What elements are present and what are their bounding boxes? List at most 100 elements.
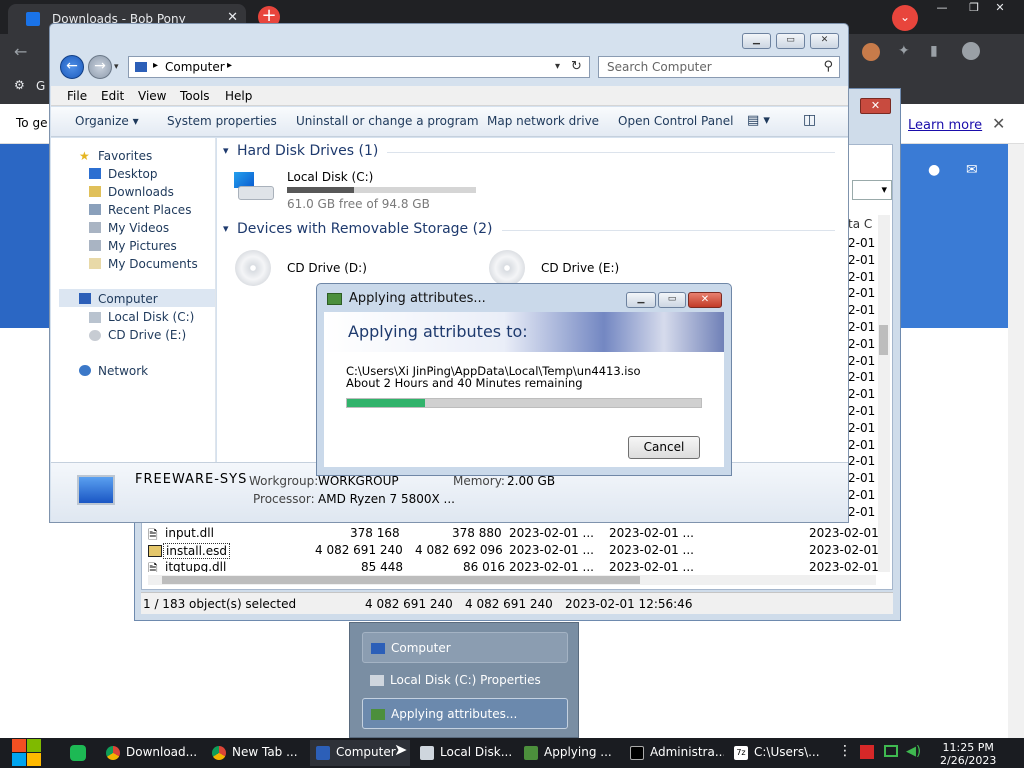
nav-videos[interactable]: My Videos xyxy=(108,221,169,235)
search-icon[interactable]: ⚲ xyxy=(823,59,833,74)
cd-drive-e-label[interactable]: CD Drive (E:) xyxy=(541,261,619,275)
bookmark-label[interactable]: G xyxy=(36,79,45,93)
taskbar-item-7zip[interactable]: 7z C:\Users\... xyxy=(728,740,828,766)
table-row[interactable]: 🗎 itgtupg.dll 85 448 86 016 2023-02-01 .… xyxy=(148,560,890,572)
taskbar-item-administrator[interactable]: Administra... xyxy=(624,740,724,766)
date-column: 2-01 2-01 2-01 2-01 2-01 2-01 2-01 2-01 2-01 2-01… xyxy=(848,236,876,521)
terminal-icon xyxy=(630,746,644,760)
taskbar-item-applying[interactable]: Applying ... xyxy=(518,740,618,766)
uninstall-program-button[interactable]: Uninstall or change a program xyxy=(296,114,479,128)
dropdown-arrow-icon[interactable]: ▾ xyxy=(852,180,892,200)
menu-edit[interactable]: Edit xyxy=(101,89,124,103)
github-icon[interactable]: ● xyxy=(928,162,940,178)
file-list-scrollbar[interactable] xyxy=(878,215,890,572)
address-bar[interactable]: ▸ Computer ▸ ▾ ↻ xyxy=(128,56,590,78)
volume-icon[interactable]: ◀) xyxy=(906,744,921,759)
properties-close-button[interactable]: ✕ xyxy=(860,98,891,114)
organize-button[interactable]: Organize ▾ xyxy=(75,114,139,128)
close-button[interactable]: ✕ xyxy=(810,33,839,49)
maximize-button[interactable]: ▭ xyxy=(776,33,805,49)
close-window-icon[interactable]: ✕ xyxy=(984,0,1016,16)
taskbar-item-chrome-downloads[interactable]: Download... xyxy=(100,740,200,766)
nav-cd-drive[interactable]: CD Drive (E:) xyxy=(108,328,186,342)
menu-help[interactable]: Help xyxy=(225,89,252,103)
date-cell: 2-01 xyxy=(848,471,876,486)
column-header[interactable]: ta C xyxy=(848,217,872,231)
disk-usage-bar xyxy=(287,187,476,193)
local-disk-drive-icon[interactable] xyxy=(234,172,276,202)
start-button[interactable] xyxy=(10,738,42,768)
nav-local-disk[interactable]: Local Disk (C:) xyxy=(108,310,194,324)
chrome-tab-search-button[interactable]: ⌄ xyxy=(892,5,918,31)
table-row[interactable]: 🗎 input.dll 378 168 378 880 2023-02-01 .… xyxy=(148,526,890,543)
nav-computer[interactable]: Computer xyxy=(98,292,158,306)
breadcrumb-arrow-icon[interactable]: ▸ xyxy=(153,60,158,71)
menu-tools[interactable]: Tools xyxy=(180,89,210,103)
open-control-panel-button[interactable]: Open Control Panel xyxy=(618,114,733,128)
spotify-icon[interactable] xyxy=(70,745,86,761)
page-scrollbar[interactable] xyxy=(1008,144,1024,738)
cd-drive-d-icon[interactable] xyxy=(235,250,271,286)
system-clock[interactable]: 11:25 PM 2/26/2023 xyxy=(940,741,996,767)
account-icon[interactable] xyxy=(962,42,980,60)
nav-pictures[interactable]: My Pictures xyxy=(108,239,177,253)
file-accessed: 2023-02-01 xyxy=(809,560,879,572)
file-icon: 🗎 xyxy=(148,562,158,572)
back-arrow-icon[interactable]: ← xyxy=(14,42,27,61)
preview-pane-icon[interactable]: ◫ xyxy=(803,112,816,128)
search-input[interactable]: Search Computer ⚲ xyxy=(598,56,840,78)
info-bar-close-icon[interactable]: ✕ xyxy=(992,114,1005,133)
group-divider xyxy=(387,152,835,153)
mail-icon[interactable]: ✉ xyxy=(966,162,978,178)
nav-network[interactable]: Network xyxy=(98,364,148,378)
table-row-selected[interactable]: install.esd 4 082 691 240 4 082 692 096 … xyxy=(148,543,890,560)
group-removable-storage[interactable]: Devices with Removable Storage (2) xyxy=(237,221,492,237)
nav-desktop[interactable]: Desktop xyxy=(108,167,158,181)
popup-item-computer[interactable]: Computer xyxy=(362,632,568,663)
popup-item-local-disk[interactable]: Local Disk (C:) Properties xyxy=(362,665,568,696)
file-modified: 2023-02-01 ... xyxy=(609,543,694,557)
date-cell: 2-01 xyxy=(848,269,876,284)
recent-pages-icon[interactable]: ▾ xyxy=(114,62,119,72)
collapse-icon[interactable]: ▾ xyxy=(223,144,229,157)
forward-button[interactable]: → xyxy=(88,55,112,79)
collapse-icon[interactable]: ▾ xyxy=(223,222,229,235)
map-network-drive-button[interactable]: Map network drive xyxy=(487,114,599,128)
breadcrumb[interactable]: Computer xyxy=(165,60,225,74)
flag-icon[interactable] xyxy=(860,745,874,759)
cd-drive-d-label[interactable]: CD Drive (D:) xyxy=(287,261,367,275)
minimize-button[interactable]: ▁ xyxy=(742,33,771,49)
extensions-icon[interactable]: ✦ xyxy=(898,43,910,59)
learn-more-link[interactable]: Learn more xyxy=(908,118,982,133)
group-hard-disks[interactable]: Hard Disk Drives (1) xyxy=(237,143,378,159)
nav-favorites[interactable]: Favorites xyxy=(98,149,152,163)
menu-view[interactable]: View xyxy=(138,89,166,103)
cd-drive-e-icon[interactable] xyxy=(489,250,525,286)
nav-documents[interactable]: My Documents xyxy=(108,257,198,271)
taskbar-item-new-tab[interactable]: New Tab ... xyxy=(206,740,304,766)
profile-avatar-icon[interactable] xyxy=(862,43,880,61)
menu-file[interactable]: File xyxy=(67,89,87,103)
maximize-button[interactable]: ▭ xyxy=(658,292,686,308)
back-button[interactable]: ← xyxy=(60,55,84,79)
system-properties-button[interactable]: System properties xyxy=(167,114,277,128)
nav-downloads[interactable]: Downloads xyxy=(108,185,174,199)
local-disk-name[interactable]: Local Disk (C:) xyxy=(287,170,373,184)
minimize-icon[interactable]: — xyxy=(926,0,958,16)
nav-recent-places[interactable]: Recent Places xyxy=(108,203,191,217)
taskbar-item-local-disk[interactable]: Local Disk... xyxy=(414,740,514,766)
address-dropdown-icon[interactable]: ▾ xyxy=(555,61,560,72)
close-button[interactable]: ✕ xyxy=(688,292,722,308)
7zip-icon: 7z xyxy=(734,746,748,760)
bookmark-icon[interactable]: ⚙ xyxy=(14,78,25,92)
horizontal-scrollbar[interactable] xyxy=(148,575,876,585)
view-options-icon[interactable]: ▤ ▾ xyxy=(747,113,770,128)
minimize-button[interactable]: ▁ xyxy=(626,292,656,308)
side-panel-icon[interactable]: ▮ xyxy=(930,43,938,59)
overflow-icon[interactable]: ⋮ xyxy=(838,743,852,759)
network-status-icon[interactable] xyxy=(884,745,898,757)
cancel-button[interactable]: Cancel xyxy=(628,436,700,459)
breadcrumb-arrow-icon[interactable]: ▸ xyxy=(227,60,232,71)
popup-item-applying[interactable]: Applying attributes... xyxy=(362,698,568,729)
refresh-icon[interactable]: ↻ xyxy=(571,59,582,74)
